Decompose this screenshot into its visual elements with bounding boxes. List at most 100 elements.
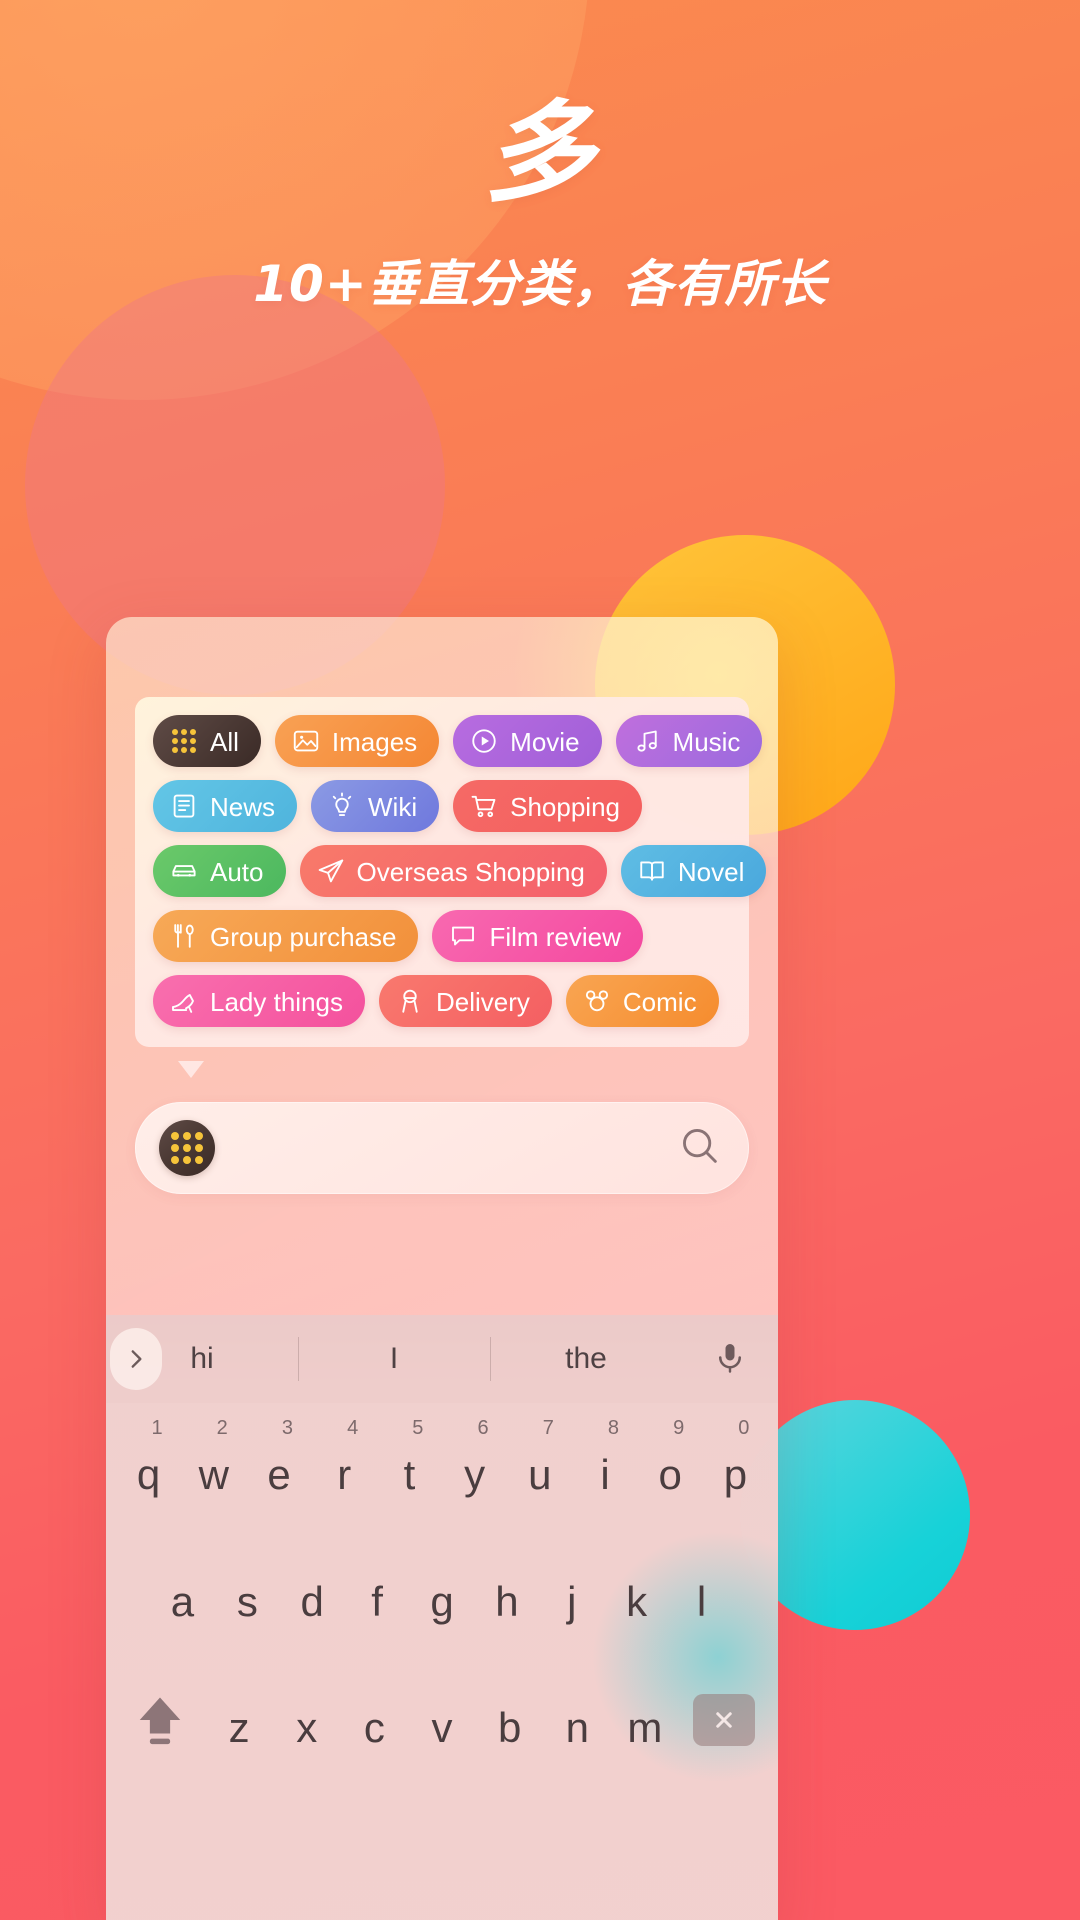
category-row: News Wiki Shopping <box>153 780 731 832</box>
category-chip-label: Comic <box>622 987 697 1017</box>
search-category-badge[interactable] <box>159 1120 215 1176</box>
suggestion-strip: hi I the <box>106 1315 778 1403</box>
category-chip-label: Music <box>672 727 741 757</box>
suggestion-0[interactable]: hi <box>106 1342 298 1376</box>
key-k[interactable]: k <box>604 1531 669 1657</box>
key-i[interactable]: 8i <box>572 1403 637 1531</box>
search-icon[interactable] <box>677 1123 723 1174</box>
category-chip-label: Images <box>331 727 418 757</box>
category-chip-label: Novel <box>677 857 745 887</box>
key-letter: r <box>337 1451 352 1498</box>
category-chip-group-purchase[interactable]: Group purchase <box>153 910 419 962</box>
key-letter: k <box>626 1578 648 1625</box>
key-letter: q <box>136 1451 161 1498</box>
category-chip-news[interactable]: News <box>153 780 298 832</box>
lightbulb-icon <box>327 791 357 821</box>
microphone-button[interactable] <box>682 1336 778 1382</box>
play-circle-icon <box>469 726 499 756</box>
key-h[interactable]: h <box>474 1531 539 1657</box>
music-note-icon <box>632 726 662 756</box>
key-letter: m <box>627 1704 663 1751</box>
dot-grid-icon <box>172 729 196 753</box>
page-title: 多 <box>484 89 596 217</box>
key-w[interactable]: 2w <box>181 1403 246 1531</box>
key-number-hint: 2 <box>216 1417 228 1439</box>
key-m[interactable]: m <box>611 1657 679 1783</box>
category-chip-music[interactable]: Music <box>615 715 763 767</box>
fork-spoon-icon <box>169 921 199 951</box>
key-l[interactable]: l <box>669 1531 734 1657</box>
suggestion-2[interactable]: the <box>490 1342 682 1376</box>
category-chip-label: News <box>210 792 276 822</box>
category-chip-shopping[interactable]: Shopping <box>453 780 642 832</box>
category-chip-label: All <box>210 727 239 757</box>
key-letter: g <box>430 1578 454 1625</box>
search-bar[interactable] <box>135 1102 749 1194</box>
key-letter: v <box>431 1704 453 1751</box>
suggestion-1[interactable]: I <box>298 1342 490 1376</box>
app-screenshot: 多 10+垂直分类，各有所长 All Images Movie Music News Wi… <box>0 0 1080 1920</box>
key-y[interactable]: 6y <box>442 1403 507 1531</box>
key-letter: y <box>464 1451 486 1498</box>
key-r[interactable]: 4r <box>312 1403 377 1531</box>
key-n[interactable]: n <box>543 1657 611 1783</box>
key-letter: e <box>267 1451 291 1498</box>
microphone-icon <box>718 1344 742 1373</box>
dot-grid-icon <box>169 726 199 756</box>
dot-grid-icon <box>171 1132 203 1164</box>
category-chip-lady-things[interactable]: Lady things <box>153 975 365 1027</box>
keyboard-row-1: 1q2w3e4r5t6y7u8i9o0p <box>106 1403 778 1531</box>
category-chip-label: Group purchase <box>210 922 397 952</box>
key-letter: x <box>296 1704 318 1751</box>
shift-key[interactable] <box>114 1657 205 1783</box>
key-f[interactable]: f <box>345 1531 410 1657</box>
category-chip-label: Shopping <box>510 792 620 822</box>
newspaper-icon <box>169 791 199 821</box>
category-chip-overseas-shopping[interactable]: Overseas Shopping <box>299 845 607 897</box>
category-chip-novel[interactable]: Novel <box>620 845 767 897</box>
key-x[interactable]: x <box>273 1657 341 1783</box>
delivery-rider-icon <box>395 986 425 1016</box>
category-chip-film-review[interactable]: Film review <box>432 910 643 962</box>
key-letter: l <box>696 1578 707 1625</box>
key-d[interactable]: d <box>280 1531 345 1657</box>
key-o[interactable]: 9o <box>638 1403 703 1531</box>
key-number-hint: 0 <box>738 1417 750 1439</box>
key-q[interactable]: 1q <box>116 1403 181 1531</box>
category-chip-delivery[interactable]: Delivery <box>378 975 552 1027</box>
key-v[interactable]: v <box>408 1657 476 1783</box>
key-b[interactable]: b <box>476 1657 544 1783</box>
category-chip-auto[interactable]: Auto <box>153 845 286 897</box>
delete-key[interactable] <box>679 1657 770 1783</box>
category-chip-label: Overseas Shopping <box>356 857 585 887</box>
key-c[interactable]: c <box>341 1657 409 1783</box>
category-chip-label: Movie <box>510 727 580 757</box>
key-number-hint: 9 <box>673 1417 685 1439</box>
key-p[interactable]: 0p <box>703 1403 768 1531</box>
category-chip-comic[interactable]: Comic <box>565 975 719 1027</box>
key-t[interactable]: 5t <box>377 1403 442 1531</box>
key-a[interactable]: a <box>150 1531 215 1657</box>
key-u[interactable]: 7u <box>507 1403 572 1531</box>
key-number-hint: 7 <box>542 1417 554 1439</box>
hero-section: 多 10+垂直分类，各有所长 <box>0 0 1080 316</box>
category-row: Auto Overseas Shopping Novel <box>153 845 767 897</box>
category-chip-images[interactable]: Images <box>274 715 440 767</box>
key-number-hint: 3 <box>281 1417 294 1439</box>
key-letter: u <box>528 1451 552 1498</box>
page-subtitle: 10+垂直分类，各有所长 <box>253 255 827 313</box>
app-panel: All Images Movie Music News Wiki Shopping Auto O… <box>106 617 778 1920</box>
key-s[interactable]: s <box>215 1531 280 1657</box>
key-letter: t <box>403 1451 416 1498</box>
key-e[interactable]: 3e <box>246 1403 311 1531</box>
category-chip-wiki[interactable]: Wiki <box>311 780 440 832</box>
key-z[interactable]: z <box>205 1657 273 1783</box>
key-j[interactable]: j <box>539 1531 604 1657</box>
category-chip-label: Auto <box>210 857 264 887</box>
key-number-hint: 5 <box>412 1417 424 1439</box>
category-chip-movie[interactable]: Movie <box>453 715 602 767</box>
category-chip-all[interactable]: All <box>153 715 261 767</box>
category-chip-label: Delivery <box>435 987 530 1017</box>
key-g[interactable]: g <box>410 1531 475 1657</box>
key-number-hint: 4 <box>347 1417 359 1439</box>
